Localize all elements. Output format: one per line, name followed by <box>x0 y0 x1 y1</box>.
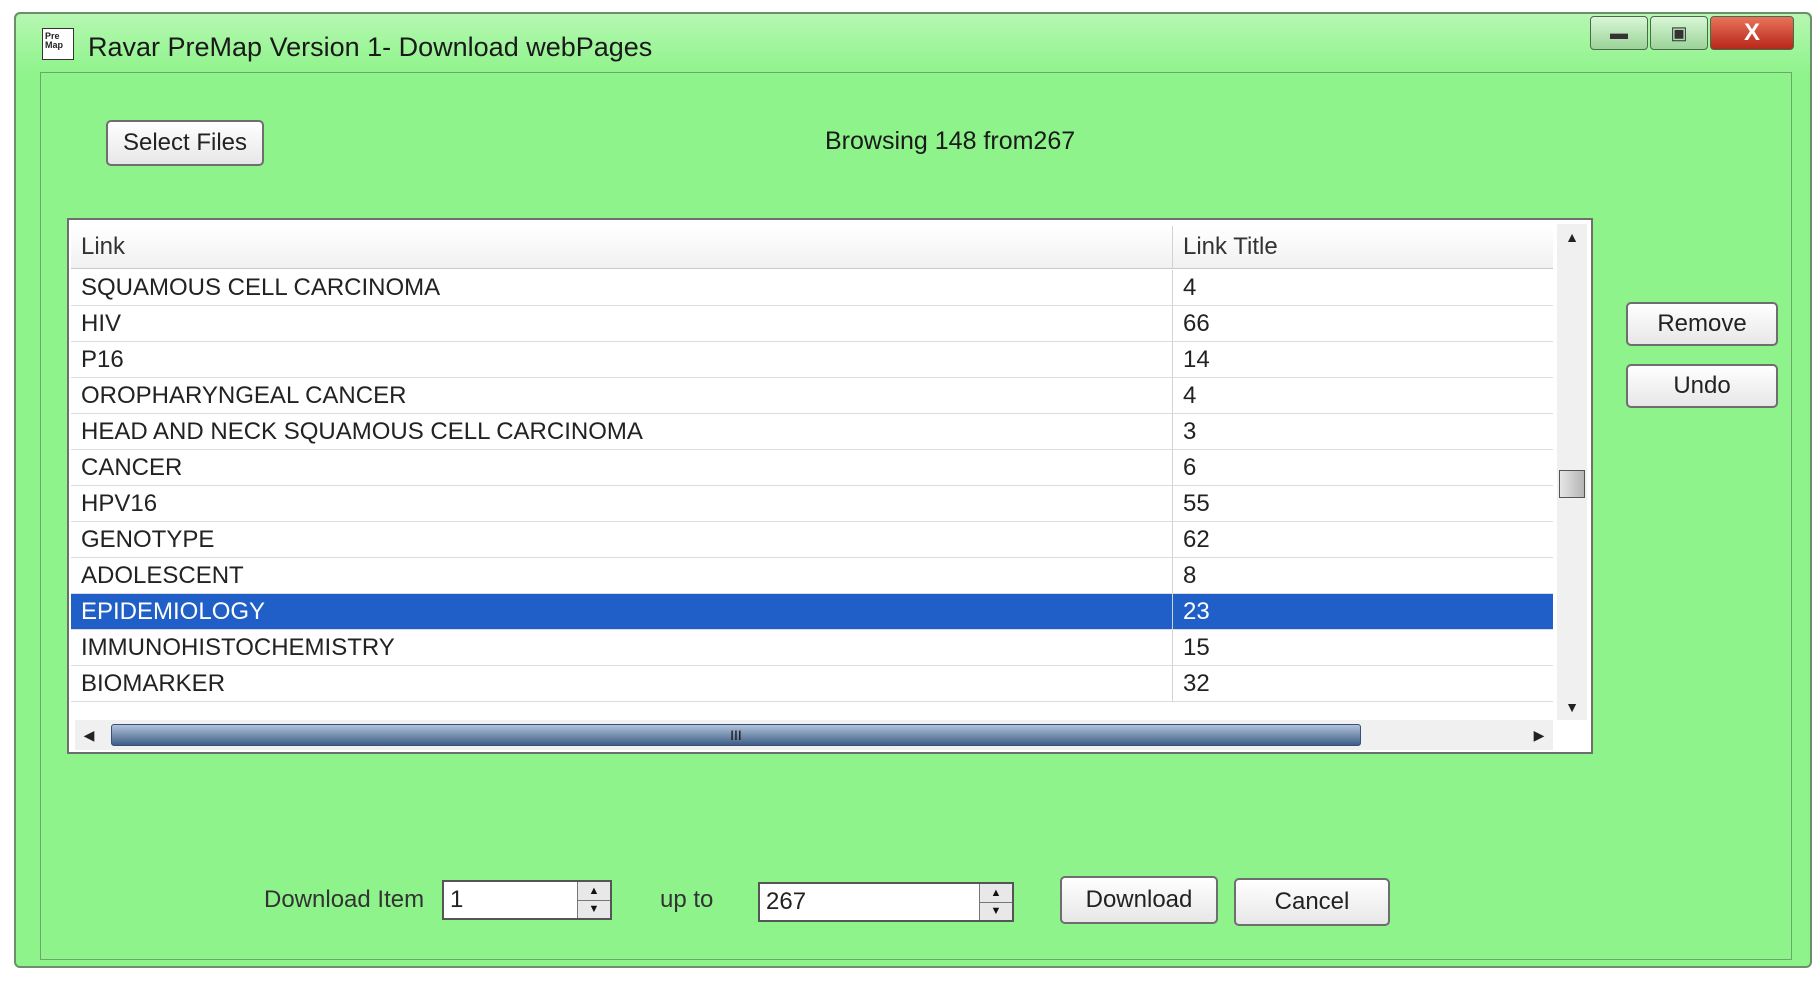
select-files-button[interactable]: Select Files <box>106 120 264 166</box>
download-item-label: Download Item <box>264 886 425 913</box>
vertical-scrollbar[interactable]: ▲ ▼ <box>1557 224 1587 720</box>
download-button[interactable]: Download <box>1060 876 1218 924</box>
maximize-icon: ▣ <box>1670 22 1688 43</box>
maximize-button[interactable]: ▣ <box>1650 16 1708 50</box>
column-header-link[interactable]: Link <box>71 226 1173 268</box>
vertical-scroll-thumb[interactable] <box>1559 470 1585 498</box>
cell-link-title: 32 <box>1183 670 1210 697</box>
download-from-stepper[interactable]: 1 ▲ ▼ <box>442 880 612 920</box>
cell-link-title: 4 <box>1183 274 1197 301</box>
cell-link: OROPHARYNGEAL CANCER <box>71 378 1173 413</box>
cell-link: GENOTYPE <box>71 522 1173 557</box>
cell-link-title: 8 <box>1183 562 1197 589</box>
download-to-stepper[interactable]: 267 ▲ ▼ <box>758 882 1014 922</box>
cell-link: ADOLESCENT <box>71 558 1173 593</box>
cancel-button[interactable]: Cancel <box>1234 878 1390 926</box>
table-row[interactable]: GENOTYPE 62 <box>71 522 1553 558</box>
table-row[interactable]: EPIDEMIOLOGY 23 <box>71 594 1553 630</box>
remove-button[interactable]: Remove <box>1626 302 1778 346</box>
to-spin-arrows[interactable]: ▲ ▼ <box>979 884 1012 920</box>
cell-link-title: 66 <box>1183 310 1210 337</box>
list-header: Link Link Title <box>71 226 1553 269</box>
scroll-down-icon[interactable]: ▼ <box>1557 694 1587 720</box>
cell-link: EPIDEMIOLOGY <box>71 594 1173 629</box>
scroll-up-icon[interactable]: ▲ <box>1557 224 1587 250</box>
table-row[interactable]: SQUAMOUS CELL CARCINOMA 4 <box>71 270 1553 306</box>
cell-link: P16 <box>71 342 1173 377</box>
cell-link: HIV <box>71 306 1173 341</box>
table-row[interactable]: CANCER 6 <box>71 450 1553 486</box>
close-icon: X <box>1743 19 1760 46</box>
horizontal-scrollbar[interactable]: ◀ III ▶ <box>75 720 1553 750</box>
cell-link-title: 14 <box>1183 346 1210 373</box>
cell-link-title: 4 <box>1183 382 1197 409</box>
cell-link: CANCER <box>71 450 1173 485</box>
cell-link-title: 62 <box>1183 526 1210 553</box>
download-to-value[interactable]: 267 <box>766 884 806 920</box>
spin-down-icon[interactable]: ▼ <box>578 900 610 918</box>
cell-link: BIOMARKER <box>71 666 1173 701</box>
table-row[interactable]: BIOMARKER 32 <box>71 666 1553 702</box>
scroll-grip-icon: III <box>730 727 742 743</box>
app-icon: Pre Map <box>42 28 74 60</box>
minimize-icon: ▬ <box>1610 22 1628 43</box>
table-row[interactable]: P16 14 <box>71 342 1553 378</box>
table-row[interactable]: HIV 66 <box>71 306 1553 342</box>
title-bar[interactable]: Pre Map Ravar PreMap Version 1- Download… <box>16 14 1810 76</box>
browsing-status: Browsing 148 from267 <box>825 127 1076 155</box>
cell-link-title: 23 <box>1183 598 1210 625</box>
table-row[interactable]: OROPHARYNGEAL CANCER 4 <box>71 378 1553 414</box>
download-from-value[interactable]: 1 <box>450 882 463 918</box>
spin-up-icon[interactable]: ▲ <box>578 882 610 901</box>
scroll-left-icon[interactable]: ◀ <box>75 720 103 750</box>
spin-up-icon[interactable]: ▲ <box>980 884 1012 903</box>
column-header-link-title[interactable]: Link Title <box>1173 226 1553 268</box>
close-button[interactable]: X <box>1710 16 1794 50</box>
cell-link: IMMUNOHISTOCHEMISTRY <box>71 630 1173 665</box>
list-rows: SQUAMOUS CELL CARCINOMA 4 HIV 66 P16 14 OROPHA… <box>71 270 1553 702</box>
table-row[interactable]: HEAD AND NECK SQUAMOUS CELL CARCINOMA 3 <box>71 414 1553 450</box>
cell-link: HPV16 <box>71 486 1173 521</box>
minimize-button[interactable]: ▬ <box>1590 16 1648 50</box>
table-row[interactable]: HPV16 55 <box>71 486 1553 522</box>
up-to-label: up to <box>660 886 714 913</box>
cell-link-title: 3 <box>1183 418 1197 445</box>
undo-button[interactable]: Undo <box>1626 364 1778 408</box>
from-spin-arrows[interactable]: ▲ ▼ <box>577 882 610 918</box>
cell-link-title: 6 <box>1183 454 1197 481</box>
window-title: Ravar PreMap Version 1- Download webPage… <box>88 32 653 62</box>
spin-down-icon[interactable]: ▼ <box>980 902 1012 920</box>
horizontal-scroll-thumb[interactable]: III <box>111 724 1361 746</box>
scroll-right-icon[interactable]: ▶ <box>1525 720 1553 750</box>
table-row[interactable]: IMMUNOHISTOCHEMISTRY 15 <box>71 630 1553 666</box>
cell-link: SQUAMOUS CELL CARCINOMA <box>71 270 1173 305</box>
cell-link: HEAD AND NECK SQUAMOUS CELL CARCINOMA <box>71 414 1173 449</box>
cell-link-title: 55 <box>1183 490 1210 517</box>
table-row[interactable]: ADOLESCENT 8 <box>71 558 1553 594</box>
links-list[interactable]: Link Link Title SQUAMOUS CELL CARCINOMA 4… <box>67 218 1593 754</box>
cell-link-title: 15 <box>1183 634 1210 661</box>
